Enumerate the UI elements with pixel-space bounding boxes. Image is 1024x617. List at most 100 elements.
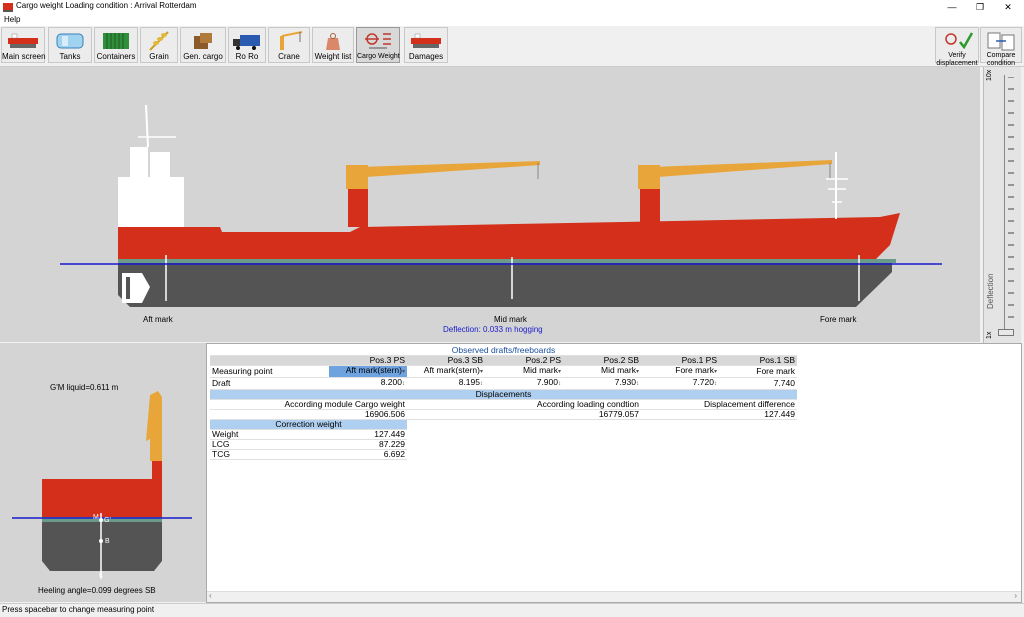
disp-value-loading: 16779.057 (407, 409, 641, 420)
displacements-header: Displacements (210, 389, 797, 400)
grain-button[interactable]: Grain (140, 27, 178, 63)
crane-icon (280, 31, 303, 50)
col-pos1-sb: Pos.1 SB (719, 355, 797, 366)
close-button[interactable]: ✕ (994, 0, 1022, 14)
status-bar: Press spacebar to change measuring point (0, 603, 1024, 617)
container-icon (103, 33, 129, 49)
damages-button[interactable]: Damages (404, 27, 448, 63)
main-screen-button[interactable]: Main screen (1, 27, 46, 63)
slider-thumb[interactable] (998, 329, 1014, 336)
corr-weight-value: 127.449 (329, 429, 407, 440)
corr-weight-label: Weight (210, 429, 329, 440)
minimize-button[interactable]: — (938, 0, 966, 14)
cross-section-view: G'M liquid=0.611 m M G' B K Heeling angl… (0, 343, 206, 602)
window-title: Cargo weight Loading condition : Arrival… (16, 1, 197, 10)
corr-lcg-label: LCG (210, 439, 329, 450)
b-label: B (105, 538, 110, 545)
containers-button[interactable]: Containers (94, 27, 138, 63)
correction-header: Correction weight (210, 419, 407, 430)
upper-hull (118, 213, 900, 259)
measuring-point-label: Measuring point (210, 365, 329, 378)
status-text: Press spacebar to change measuring point (2, 605, 155, 614)
ship-icon (8, 33, 38, 48)
ship-profile-view[interactable]: Aft mark Mid mark Fore mark Deflection: … (0, 67, 980, 342)
measuring-select-1[interactable]: Aft mark(stern)▾ (407, 365, 485, 378)
col-pos1-ps: Pos.1 PS (641, 355, 719, 366)
grain-icon (149, 31, 169, 51)
draft-input-3[interactable]: 7.930↕ (563, 377, 641, 390)
m-label: M (93, 514, 99, 521)
tanks-icon (56, 33, 84, 49)
cargo-weight-icon (365, 33, 391, 49)
cargo-weight-button[interactable]: Cargo Weight (356, 27, 400, 63)
weight-list-button[interactable]: Weight list (312, 27, 354, 63)
verify-displacement-button[interactable]: Verify displacement (935, 27, 979, 67)
section-red-hull (42, 479, 162, 517)
disp-value-difference: 127.449 (641, 409, 797, 420)
disp-head-loading: According loading condtion (407, 399, 641, 410)
crane-button[interactable]: Crane (268, 27, 310, 63)
tanks-label: Tanks (59, 52, 81, 61)
mid-mark-label: Mid mark (494, 315, 527, 324)
draft-input-0[interactable]: 8.200↕ (329, 377, 407, 390)
slider-track (1004, 75, 1005, 335)
menu-help[interactable]: Help (4, 15, 20, 24)
measuring-select-0[interactable]: Aft mark(stern)▾ (329, 365, 407, 378)
deflection-slider[interactable]: 10x Deflection 1x (983, 67, 1021, 343)
crane-label: Crane (278, 52, 300, 61)
cross-section-drawing (12, 391, 192, 579)
col-pos3-ps: Pos.3 PS (329, 355, 407, 366)
draft-input-2[interactable]: 7.900↕ (485, 377, 563, 390)
slider-title: Deflection (986, 273, 995, 309)
grain-label: Grain (149, 52, 169, 61)
gen-cargo-button[interactable]: Gen. cargo (180, 27, 226, 63)
crane-fore-jib (652, 160, 832, 177)
mast (145, 104, 149, 148)
disp-head-difference: Displacement difference (641, 399, 797, 410)
observed-drafts-panel: Observed drafts/freeboards Pos.3 PS Pos.… (206, 343, 1022, 603)
draft-input-5[interactable]: 7.740 (719, 377, 797, 390)
drafts-table: Observed drafts/freeboards Pos.3 PS Pos.… (210, 346, 797, 460)
truck-icon (233, 35, 260, 50)
scroll-left-arrow[interactable]: ‹ (209, 591, 212, 600)
general-cargo-icon (194, 33, 212, 49)
measuring-select-5[interactable]: Fore mark (719, 365, 797, 378)
corr-lcg-value: 87.229 (329, 439, 407, 450)
horizontal-scrollbar[interactable]: ‹ › (207, 591, 1021, 602)
col-pos2-sb: Pos.2 SB (563, 355, 641, 366)
section-grey-hull (42, 522, 162, 571)
draft-label: Draft (210, 377, 329, 390)
hull-stripe (118, 259, 896, 263)
scroll-right-arrow[interactable]: › (1014, 591, 1017, 600)
draft-input-4[interactable]: 7.720↕ (641, 377, 719, 390)
measuring-select-2[interactable]: Mid mark▾ (485, 365, 563, 378)
corr-tcg-value: 6.692 (329, 449, 407, 460)
crane-aft-pedestal (348, 187, 368, 227)
col-pos3-sb: Pos.3 SB (407, 355, 485, 366)
measuring-select-3[interactable]: Mid mark▾ (563, 365, 641, 378)
restore-button[interactable]: ❐ (966, 0, 994, 14)
verify-label: Verify displacement (936, 52, 978, 67)
lower-hull (118, 263, 892, 307)
k-label: K (99, 573, 104, 579)
measuring-select-4[interactable]: Fore mark▾ (641, 365, 719, 378)
weight-icon (326, 33, 340, 50)
tanks-button[interactable]: Tanks (48, 27, 92, 63)
bridge-deck (130, 147, 148, 177)
crane-fore-pedestal (640, 187, 660, 227)
compare-condition-button[interactable]: Compare condition (980, 27, 1022, 67)
draft-input-1[interactable]: 8.195↕ (407, 377, 485, 390)
damages-label: Damages (408, 52, 444, 61)
slider-bottom-label: 1x (986, 331, 993, 339)
gen-cargo-label: Gen. cargo (183, 52, 223, 61)
compare-label: Compare condition (986, 52, 1016, 67)
compare-icon (987, 32, 1015, 51)
crane-aft-jib (360, 161, 540, 177)
damaged-ship-icon (411, 33, 441, 48)
g-label: G' (104, 517, 111, 524)
corr-tcg-label: TCG (210, 449, 329, 460)
roro-button[interactable]: Ro Ro (228, 27, 266, 63)
roro-label: Ro Ro (235, 52, 259, 61)
fore-mark-label: Fore mark (820, 315, 857, 324)
ship-profile-drawing (60, 104, 942, 307)
